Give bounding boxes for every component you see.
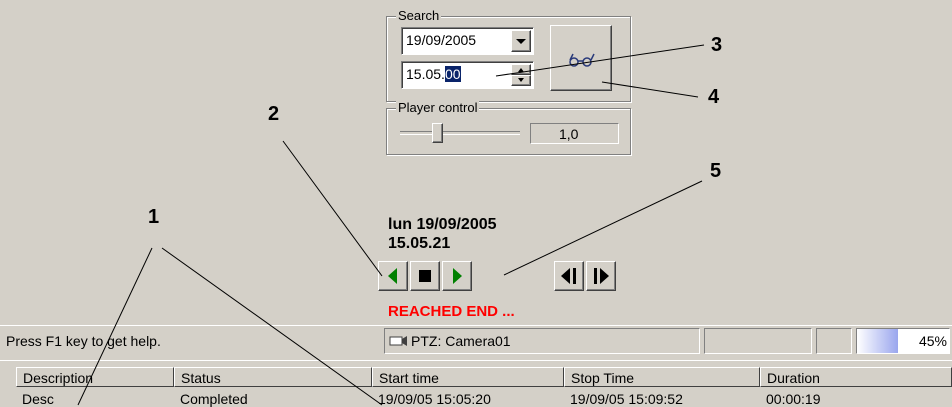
column-header[interactable]: Start time: [372, 367, 564, 387]
callout-5: 5: [710, 160, 722, 182]
progress-pane: 45%: [856, 328, 950, 354]
help-pane: Press F1 key to get help.: [2, 328, 380, 354]
chevron-down-icon: [516, 39, 526, 44]
time-value-selected: 00: [444, 66, 461, 82]
camera-icon: [389, 336, 407, 346]
spin-up-icon: [518, 68, 524, 72]
play-backward-button[interactable]: [378, 261, 408, 291]
table-cell[interactable]: 00:00:19: [760, 389, 952, 407]
speed-value: 1,0: [559, 126, 579, 142]
frame-forward-icon: [594, 268, 609, 284]
playback-time: 15.05.21: [388, 235, 451, 252]
time-spin-up[interactable]: [511, 64, 531, 75]
frame-forward-button[interactable]: [586, 261, 616, 291]
date-value: 19/09/2005: [406, 32, 477, 48]
time-value[interactable]: 15.05.00: [406, 66, 461, 82]
column-header[interactable]: Description: [16, 367, 174, 387]
playback-status: REACHED END ...: [388, 303, 515, 320]
column-header[interactable]: Status: [174, 367, 372, 387]
table-separator: [0, 360, 952, 361]
speed-slider[interactable]: [398, 122, 522, 144]
table-cell[interactable]: 19/09/05 15:05:20: [372, 389, 564, 407]
callout-4: 4: [708, 86, 720, 108]
table-cell[interactable]: 19/09/05 15:09:52: [564, 389, 760, 407]
frame-back-button[interactable]: [554, 261, 584, 291]
slider-track: [400, 131, 520, 135]
play-backward-icon: [388, 268, 397, 284]
progress-fill: [857, 329, 899, 353]
spin-down-icon: [518, 78, 524, 82]
camera-text: PTZ: Camera01: [411, 333, 511, 349]
statusbar-separator: [0, 325, 952, 326]
column-header[interactable]: Stop Time: [564, 367, 760, 387]
find-button[interactable]: [550, 25, 612, 91]
table-cell[interactable]: Completed: [174, 389, 372, 407]
status-pane-empty-1: [704, 328, 812, 354]
player-control-label: Player control: [396, 100, 480, 115]
slider-thumb[interactable]: [432, 123, 443, 143]
time-spin-field[interactable]: 15.05.00: [401, 61, 534, 89]
playback-date: lun 19/09/2005: [388, 216, 497, 233]
table-cell[interactable]: Desc: [16, 389, 174, 407]
date-dropdown[interactable]: 19/09/2005: [401, 27, 534, 55]
play-icon: [453, 268, 462, 284]
column-header[interactable]: Duration: [760, 367, 952, 387]
stop-icon: [419, 270, 431, 282]
frame-back-icon: [561, 268, 576, 284]
speed-value-box: 1,0: [530, 123, 619, 144]
time-spin-down[interactable]: [511, 75, 531, 86]
date-dropdown-button[interactable]: [511, 30, 531, 52]
play-button[interactable]: [442, 261, 472, 291]
search-group-label: Search: [396, 8, 442, 23]
glasses-icon: [569, 53, 595, 67]
progress-text: 45%: [918, 333, 947, 349]
help-text: Press F1 key to get help.: [6, 333, 161, 349]
callout-line-2: [282, 140, 383, 277]
callout-2: 2: [268, 103, 280, 125]
time-value-prefix: 15.05.: [406, 66, 445, 82]
stop-button[interactable]: [410, 261, 440, 291]
callout-3: 3: [711, 34, 723, 56]
camera-pane: PTZ: Camera01: [384, 328, 700, 354]
callout-1: 1: [148, 206, 160, 228]
status-pane-empty-2: [816, 328, 852, 354]
